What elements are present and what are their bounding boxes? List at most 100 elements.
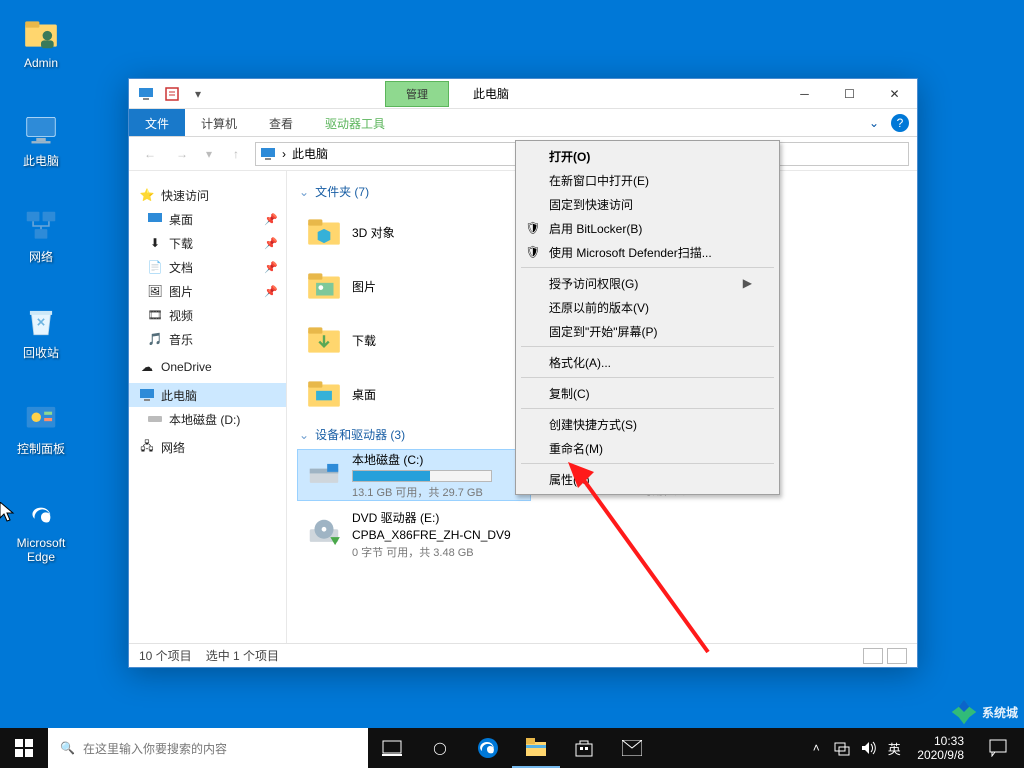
folder-3d-objects[interactable]: 3D 对象 xyxy=(297,206,531,258)
sidebar-music[interactable]: 🎵音乐 xyxy=(129,327,286,351)
ctx-create-shortcut[interactable]: 创建快捷方式(S) xyxy=(519,412,776,436)
taskbar: 🔍 在这里输入你要搜索的内容 ◯ ˄ 英 10:33 2020/9/8 xyxy=(0,728,1024,768)
watermark: 系统城 xyxy=(950,698,1018,726)
ribbon-tabs: 文件 计算机 查看 驱动器工具 ⌄ ? xyxy=(129,109,917,137)
tab-file[interactable]: 文件 xyxy=(129,109,185,136)
tray-clock[interactable]: 10:33 2020/9/8 xyxy=(911,734,970,763)
ctx-format[interactable]: 格式化(A)... xyxy=(519,350,776,374)
ctx-open[interactable]: 打开(O) xyxy=(519,144,776,168)
tab-drive-tools[interactable]: 驱动器工具 xyxy=(309,109,401,136)
sidebar-videos[interactable]: 🎞视频 xyxy=(129,303,286,327)
view-details-button[interactable] xyxy=(863,648,883,664)
tray-ime[interactable]: 英 xyxy=(885,739,903,757)
recycle-bin-icon xyxy=(21,302,61,342)
ctx-rename[interactable]: 重命名(M) xyxy=(519,436,776,460)
task-view-button[interactable] xyxy=(368,728,416,768)
tab-computer[interactable]: 计算机 xyxy=(185,109,253,136)
cloud-icon: ☁ xyxy=(139,359,155,375)
start-button[interactable] xyxy=(0,728,48,768)
tray-network-icon[interactable] xyxy=(833,739,851,757)
folder-desktop[interactable]: 桌面 xyxy=(297,368,531,420)
nav-back-button[interactable]: ← xyxy=(137,141,163,167)
taskbar-explorer[interactable] xyxy=(512,728,560,768)
nav-history-dropdown[interactable]: ▾ xyxy=(201,141,217,167)
picture-icon: 🖼 xyxy=(147,283,163,299)
ctx-pin-start[interactable]: 固定到"开始"屏幕(P) xyxy=(519,319,776,343)
close-button[interactable]: ✕ xyxy=(872,79,917,108)
taskbar-edge[interactable] xyxy=(464,728,512,768)
pin-icon: 📌 xyxy=(264,261,278,274)
ctx-restore-previous[interactable]: 还原以前的版本(V) xyxy=(519,295,776,319)
breadcrumb[interactable]: 此电脑 xyxy=(292,145,328,162)
network-icon xyxy=(21,206,61,246)
nav-forward-button[interactable]: → xyxy=(169,141,195,167)
control-panel-icon xyxy=(21,398,61,438)
watermark-logo-icon xyxy=(950,698,978,726)
shield-icon: 🛡 xyxy=(525,244,541,260)
sidebar-localdisk-d[interactable]: 本地磁盘 (D:) xyxy=(129,407,286,431)
ctx-grant-access[interactable]: 授予访问权限(G)▶ xyxy=(519,271,776,295)
sidebar-downloads[interactable]: ⬇下载📌 xyxy=(129,231,286,255)
folder-icon xyxy=(304,266,344,306)
tray-volume-icon[interactable] xyxy=(859,739,877,757)
nav-pane: ⭐快速访问 桌面📌 ⬇下载📌 📄文档📌 🖼图片📌 🎞视频 🎵音乐 ☁OneDri… xyxy=(129,171,287,643)
action-center-button[interactable] xyxy=(978,739,1018,757)
user-folder-icon xyxy=(21,14,61,54)
desktop-icon-thispc[interactable]: 此电脑 xyxy=(4,110,78,169)
sidebar-network[interactable]: 🖧网络 xyxy=(129,435,286,459)
manage-contextual-tab[interactable]: 管理 xyxy=(385,81,449,107)
system-tray: ˄ 英 10:33 2020/9/8 xyxy=(801,728,1024,768)
desktop-icon-admin[interactable]: Admin xyxy=(4,14,78,70)
tab-view[interactable]: 查看 xyxy=(253,109,309,136)
sidebar-documents[interactable]: 📄文档📌 xyxy=(129,255,286,279)
folder-pictures[interactable]: 图片 xyxy=(297,260,531,312)
ctx-bitlocker[interactable]: 🛡启用 BitLocker(B) xyxy=(519,216,776,240)
search-icon: 🔍 xyxy=(60,741,75,755)
taskbar-mail[interactable] xyxy=(608,728,656,768)
qat-dropdown-icon[interactable]: ▾ xyxy=(187,83,209,105)
sidebar-onedrive[interactable]: ☁OneDrive xyxy=(129,355,286,379)
pin-icon: 📌 xyxy=(264,213,278,226)
sidebar-pictures[interactable]: 🖼图片📌 xyxy=(129,279,286,303)
pc-icon xyxy=(139,387,155,403)
sidebar-thispc[interactable]: 此电脑 xyxy=(129,383,286,407)
view-tiles-button[interactable] xyxy=(887,648,907,664)
folder-icon xyxy=(304,320,344,360)
folder-icon xyxy=(304,212,344,252)
ribbon-expand-icon[interactable]: ⌄ xyxy=(863,116,885,130)
download-icon: ⬇ xyxy=(147,235,163,251)
taskbar-store[interactable] xyxy=(560,728,608,768)
desktop-icon-control-panel[interactable]: 控制面板 xyxy=(4,398,78,457)
taskbar-cortana[interactable]: ◯ xyxy=(416,728,464,768)
nav-up-button[interactable]: ↑ xyxy=(223,141,249,167)
qat-properties-icon[interactable] xyxy=(161,83,183,105)
tray-chevron-up-icon[interactable]: ˄ xyxy=(807,739,825,757)
status-bar: 10 个项目 选中 1 个项目 xyxy=(129,643,917,667)
minimize-button[interactable]: ─ xyxy=(782,79,827,108)
ctx-defender-scan[interactable]: 🛡使用 Microsoft Defender扫描... xyxy=(519,240,776,264)
status-item-count: 10 个项目 xyxy=(139,647,192,664)
drive-icon xyxy=(304,455,344,495)
help-button[interactable]: ? xyxy=(891,114,909,132)
desktop-icon xyxy=(147,211,163,227)
drive-c[interactable]: 本地磁盘 (C:) 13.1 GB 可用，共 29.7 GB xyxy=(297,449,531,501)
ctx-open-new-window[interactable]: 在新窗口中打开(E) xyxy=(519,168,776,192)
drive-icon xyxy=(147,411,163,427)
desktop-icon-recycle[interactable]: 回收站 xyxy=(4,302,78,361)
desktop-icon-network[interactable]: 网络 xyxy=(4,206,78,265)
music-icon: 🎵 xyxy=(147,331,163,347)
edge-icon xyxy=(21,494,61,534)
sidebar-desktop[interactable]: 桌面📌 xyxy=(129,207,286,231)
ctx-pin-quick-access[interactable]: 固定到快速访问 xyxy=(519,192,776,216)
drive-dvd[interactable]: DVD 驱动器 (E:) CPBA_X86FRE_ZH-CN_DV9 0 字节 … xyxy=(297,503,531,565)
sidebar-quick-access[interactable]: ⭐快速访问 xyxy=(129,183,286,207)
video-icon: 🎞 xyxy=(147,307,163,323)
titlebar[interactable]: ▾ 管理 此电脑 ─ ☐ ✕ xyxy=(129,79,917,109)
dvd-drive-icon xyxy=(304,514,344,554)
ctx-properties[interactable]: 属性(R) xyxy=(519,467,776,491)
taskbar-search[interactable]: 🔍 在这里输入你要搜索的内容 xyxy=(48,728,368,768)
ctx-copy[interactable]: 复制(C) xyxy=(519,381,776,405)
pin-icon: 📌 xyxy=(264,285,278,298)
maximize-button[interactable]: ☐ xyxy=(827,79,872,108)
folder-downloads[interactable]: 下载 xyxy=(297,314,531,366)
